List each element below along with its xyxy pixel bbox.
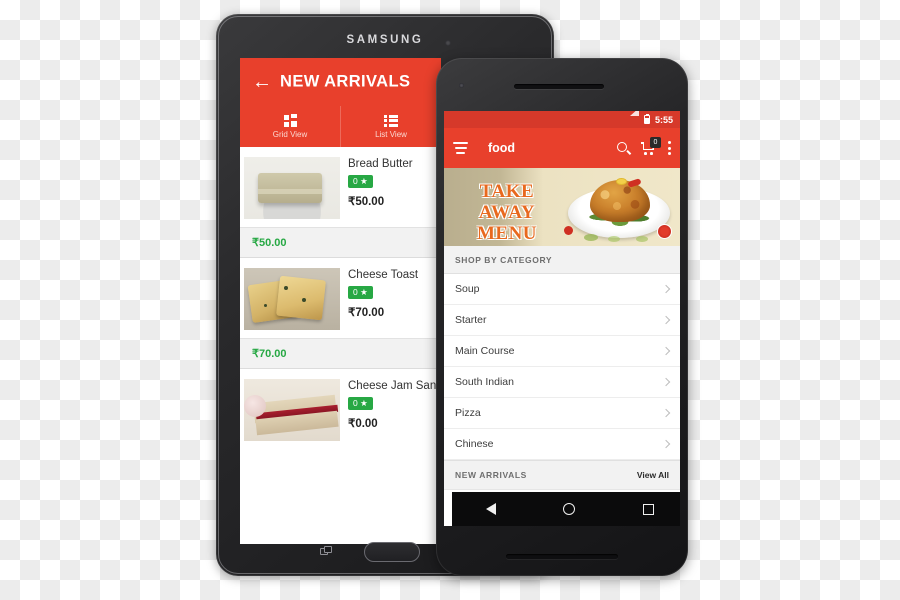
signal-icon: [629, 111, 639, 124]
front-camera-icon: [459, 83, 464, 88]
view-mode-tabs: Grid View List View: [240, 106, 441, 147]
front-camera-icon: [445, 40, 451, 46]
nav-back-icon[interactable]: [485, 503, 496, 515]
tablet-screen: ← NEW ARRIVALS Grid View List View Bread…: [240, 58, 441, 544]
decor-dot: [564, 226, 573, 235]
status-bar: 5:55: [444, 111, 680, 128]
chevron-right-icon: [661, 346, 671, 356]
bottom-speaker: [506, 554, 618, 559]
nav-home-icon[interactable]: [563, 503, 576, 515]
biryani-plate-image: [564, 172, 674, 242]
view-all-link[interactable]: View All: [637, 470, 669, 480]
product-name: Cheese Jam San: [348, 380, 437, 392]
category-item-pizza[interactable]: Pizza: [444, 398, 680, 429]
decor-leaf: [584, 234, 598, 241]
product-info: Cheese Jam San 0 ★ ₹0.00: [348, 379, 436, 430]
chevron-right-icon: [661, 408, 671, 418]
home-button[interactable]: [364, 542, 420, 562]
category-label: Pizza: [455, 407, 481, 419]
banner-line-2: MENU: [476, 223, 538, 244]
chevron-right-icon: [661, 439, 671, 449]
cart-count-badge: 0: [650, 137, 661, 148]
category-item-starter[interactable]: Starter: [444, 305, 680, 336]
chevron-right-icon: [661, 315, 671, 325]
grid-view-icon: [283, 114, 297, 127]
new-arrivals-label: NEW ARRIVALS: [455, 470, 527, 480]
product-info: Cheese Toast 0 ★ ₹70.00: [348, 268, 418, 319]
product-row[interactable]: Bread Butter 0 ★ ₹50.00: [240, 147, 441, 227]
category-item-soup[interactable]: Soup: [444, 274, 680, 305]
rice-mound-shape: [590, 180, 650, 222]
product-rating-badge: 0 ★: [348, 286, 373, 299]
app-brand-label: food: [488, 141, 516, 155]
category-label: Starter: [455, 314, 487, 326]
section-header-shop-by-category: SHOP BY CATEGORY: [444, 246, 680, 274]
tab-grid-view[interactable]: Grid View: [240, 106, 340, 147]
cart-icon[interactable]: 0: [641, 137, 661, 155]
product-strip-price: ₹50.00: [240, 227, 441, 258]
decor-tomato: [657, 224, 672, 239]
category-label: Main Course: [455, 345, 515, 357]
product-thumbnail-cheese-toast: [244, 268, 340, 330]
product-price: ₹50.00: [348, 196, 385, 208]
arrow-left-icon[interactable]: ←: [252, 72, 272, 92]
product-price: ₹0.00: [348, 418, 378, 430]
hamburger-menu-icon[interactable]: [453, 142, 468, 154]
phone-screen: 5:55 food 0 TAKE AWAY MENU SHOP BY CATEG…: [444, 111, 680, 526]
promo-banner[interactable]: TAKE AWAY MENU: [444, 168, 680, 246]
category-label: Chinese: [455, 438, 494, 450]
category-item-chinese[interactable]: Chinese: [444, 429, 680, 460]
tab-grid-view-label: Grid View: [272, 130, 308, 139]
search-icon[interactable]: [617, 141, 632, 155]
tab-list-view[interactable]: List View: [340, 106, 441, 147]
status-bar-time: 5:55: [654, 114, 673, 125]
product-list: Bread Butter 0 ★ ₹50.00 ₹50.00 Cheese To…: [240, 147, 441, 449]
new-arrivals-footer: NEW ARRIVALS View All: [444, 460, 680, 489]
product-thumbnail-bread-butter: [244, 157, 340, 219]
tab-list-view-label: List View: [375, 129, 407, 139]
product-name: Cheese Toast: [348, 269, 419, 281]
android-navigation-bar: [452, 492, 680, 526]
product-strip-price: ₹70.00: [240, 338, 441, 369]
product-row[interactable]: Cheese Jam San 0 ★ ₹0.00: [240, 369, 441, 449]
category-label: South Indian: [455, 376, 514, 388]
scene: SAMSUNG ← NEW ARRIVALS Grid View List Vi…: [0, 0, 900, 600]
product-rating-badge: 0 ★: [348, 397, 373, 410]
category-label: Soup: [455, 283, 480, 295]
category-item-main-course[interactable]: Main Course: [444, 336, 680, 367]
overflow-menu-icon[interactable]: [668, 141, 671, 155]
category-item-south-indian[interactable]: South Indian: [444, 367, 680, 398]
battery-icon: [643, 113, 650, 124]
recents-icon[interactable]: [320, 546, 333, 556]
product-rating-badge: 0 ★: [348, 175, 373, 188]
list-view-icon: [384, 114, 398, 127]
android-phone: 5:55 food 0 TAKE AWAY MENU SHOP BY CATEG…: [436, 58, 688, 576]
decor-leaf: [636, 236, 648, 242]
product-price: ₹70.00: [348, 307, 385, 319]
chevron-right-icon: [661, 377, 671, 387]
product-row[interactable]: Cheese Toast 0 ★ ₹70.00: [240, 258, 441, 338]
page-title: NEW ARRIVALS: [280, 72, 411, 91]
banner-line-1: TAKE AWAY: [478, 181, 536, 223]
phone-appbar: food 0: [444, 128, 680, 168]
cart-wheel: [650, 152, 653, 155]
chevron-right-icon: [661, 284, 671, 294]
product-info: Bread Butter 0 ★ ₹50.00: [348, 157, 413, 208]
earpiece-speaker: [514, 84, 604, 89]
cart-wheel: [644, 152, 647, 155]
tablet-brand-logo: SAMSUNG: [346, 34, 424, 46]
tablet-appbar: ← NEW ARRIVALS: [240, 58, 441, 106]
product-name: Bread Butter: [348, 158, 413, 170]
product-thumbnail-cheese-jam-sandwich: [244, 379, 340, 441]
nav-recents-icon[interactable]: [643, 503, 655, 515]
decor-leaf: [608, 236, 620, 242]
lemon-slice-shape: [616, 178, 627, 185]
banner-text: TAKE AWAY MENU: [452, 181, 562, 244]
